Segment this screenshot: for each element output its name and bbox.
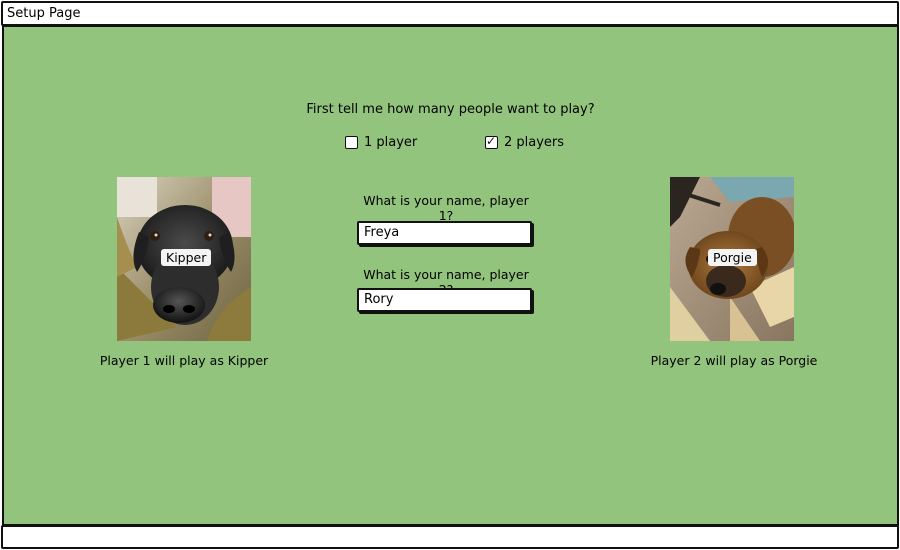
setup-canvas: First tell me how many people want to pl… [2,25,899,526]
setup-window: Setup Page First tell me how many people… [0,0,900,550]
two-players-label: 2 players [504,135,565,150]
player2-name-field[interactable]: Rory [357,288,532,312]
porgie-name-tag: Porgie [708,249,757,266]
porgie-photo: Porgie [670,177,794,341]
title-bar: Setup Page [1,1,899,26]
checkmark-icon: ✓ [486,134,497,148]
kipper-photo: Kipper [117,177,251,341]
two-players-option[interactable]: ✓ 2 players [485,134,565,150]
player1-name-question: What is your name, player 1? [363,193,529,223]
kipper-name-tag: Kipper [161,249,212,266]
player-count-prompt: First tell me how many people want to pl… [306,102,595,117]
window-title: Setup Page [7,6,81,21]
one-player-label: 1 player [364,135,418,150]
one-player-option[interactable]: 1 player [345,135,417,150]
status-bar [1,525,899,549]
player1-name-field[interactable]: Freya [357,221,532,245]
player1-caption: Player 1 will play as Kipper [99,353,269,368]
two-players-checkbox[interactable]: ✓ [485,134,498,149]
player2-caption: Player 2 will play as Porgie [650,353,818,368]
one-player-checkbox[interactable] [345,136,358,149]
